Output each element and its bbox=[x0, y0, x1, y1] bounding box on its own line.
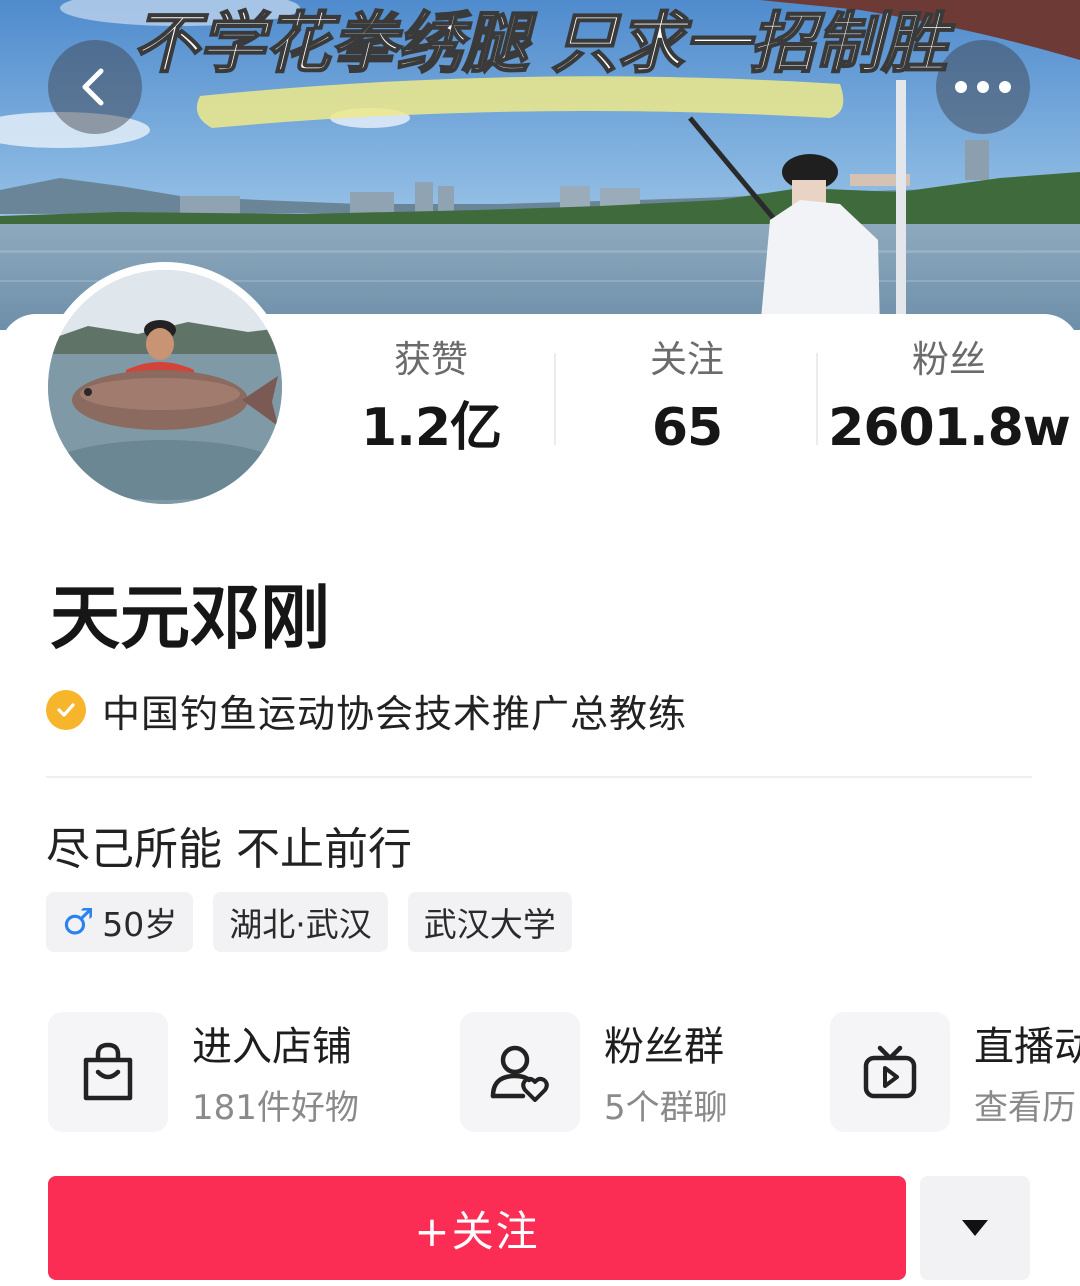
profile-bio: 尽己所能 不止前行 bbox=[46, 824, 412, 875]
profile-name: 天元邓刚 bbox=[50, 577, 330, 659]
caret-down-icon bbox=[962, 1220, 988, 1236]
live-replay-icon bbox=[830, 1012, 950, 1132]
profile-tags: ♂ 50岁 湖北·武汉 武汉大学 bbox=[46, 892, 592, 952]
verification-text: 中国钓鱼运动协会技术推广总教练 bbox=[102, 691, 688, 736]
shortcut-fan-group-title: 粉丝群 bbox=[604, 1024, 724, 1070]
verification-row: 中国钓鱼运动协会技术推广总教练 bbox=[46, 682, 687, 738]
stat-likes-label: 获赞 bbox=[394, 338, 468, 381]
tag-location: 湖北·武汉 bbox=[213, 892, 388, 952]
shopping-bag-icon bbox=[48, 1012, 168, 1132]
stat-following[interactable]: 关注 65 bbox=[556, 335, 818, 463]
avatar-photo bbox=[48, 270, 282, 504]
stat-followers[interactable]: 粉丝 2601.8w bbox=[818, 335, 1080, 463]
shortcut-live-replay[interactable]: 直播动 查看历 bbox=[830, 1012, 1080, 1134]
more-actions-dropdown[interactable] bbox=[920, 1176, 1030, 1280]
shortcut-live-replay-title: 直播动 bbox=[974, 1024, 1080, 1070]
verified-check-icon bbox=[46, 690, 86, 730]
banner-slogan: 不学花拳绣腿 只求一招制胜 bbox=[133, 5, 956, 82]
section-divider bbox=[46, 776, 1032, 778]
tag-age: 50岁 bbox=[102, 905, 178, 944]
shortcut-fan-group[interactable]: 粉丝群 5个群聊 bbox=[460, 1012, 820, 1134]
shortcut-shop[interactable]: 进入店铺 181件好物 bbox=[48, 1012, 428, 1134]
stat-following-label: 关注 bbox=[650, 338, 724, 381]
shortcut-live-replay-subtitle: 查看历 bbox=[974, 1088, 1076, 1128]
shortcut-shop-title: 进入店铺 bbox=[192, 1024, 352, 1070]
follow-button[interactable]: +关注 bbox=[48, 1176, 906, 1280]
more-horizontal-icon bbox=[955, 81, 1011, 93]
stat-followers-label: 粉丝 bbox=[912, 338, 986, 381]
stat-likes[interactable]: 获赞 1.2亿 bbox=[300, 335, 562, 463]
fan-group-icon bbox=[460, 1012, 580, 1132]
stat-likes-value: 1.2亿 bbox=[360, 398, 502, 458]
male-icon: ♂ bbox=[62, 901, 95, 943]
back-button[interactable] bbox=[48, 40, 142, 134]
stat-followers-value: 2601.8w bbox=[828, 398, 1071, 458]
tag-school[interactable]: 武汉大学 bbox=[407, 892, 572, 952]
tag-gender-age: ♂ 50岁 bbox=[46, 892, 194, 952]
shortcut-fan-group-subtitle: 5个群聊 bbox=[604, 1088, 728, 1128]
avatar[interactable] bbox=[40, 262, 290, 512]
stat-following-value: 65 bbox=[651, 398, 723, 458]
chevron-left-icon bbox=[82, 68, 104, 106]
shortcut-shop-subtitle: 181件好物 bbox=[192, 1088, 359, 1128]
more-options-button[interactable] bbox=[936, 40, 1030, 134]
stats-row: 获赞 1.2亿 关注 65 粉丝 2601.8w bbox=[300, 335, 1080, 465]
